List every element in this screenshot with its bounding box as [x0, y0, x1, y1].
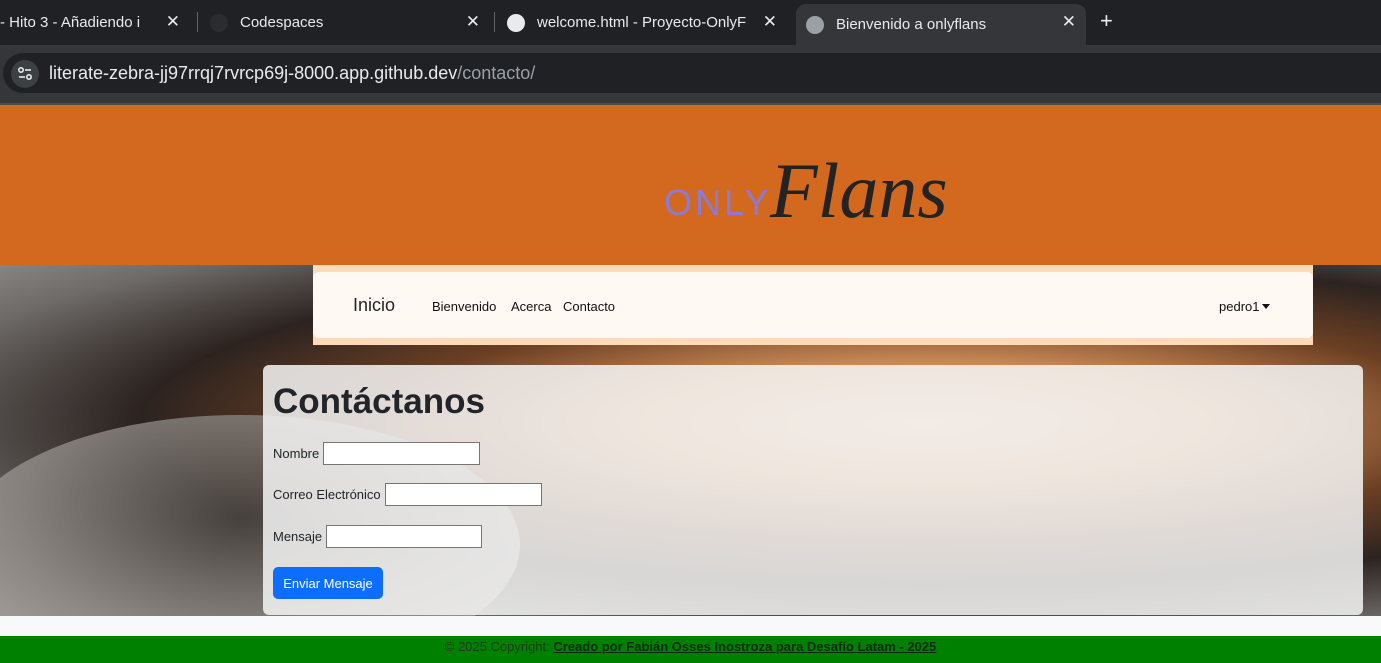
site-info-icon[interactable]: [11, 60, 39, 88]
tab-separator: [494, 12, 495, 32]
new-tab-button[interactable]: +: [1100, 10, 1113, 32]
footer: © 2025 Copyright: Creado por Fabián Osse…: [0, 636, 1381, 663]
message-label: Mensaje: [273, 529, 323, 544]
tab-hito3[interactable]: - Hito 3 - Añadiendo i ✕: [0, 4, 190, 41]
header-banner: ONLY Flans: [0, 105, 1381, 265]
name-label: Nombre: [273, 446, 320, 461]
name-row: Nombre: [273, 442, 481, 465]
browser-tab-bar: - Hito 3 - Añadiendo i ✕ Codespaces ✕ we…: [0, 0, 1381, 45]
address-bar: literate-zebra-jj97rrqj7rvrcp69j-8000.ap…: [0, 45, 1381, 103]
github-icon: [507, 13, 525, 32]
navbar-wrapper: Inicio Bienvenido Acerca Contacto pedro1: [313, 265, 1313, 345]
email-label: Correo Electrónico: [273, 487, 381, 502]
name-input[interactable]: [323, 442, 481, 465]
url-path: /contacto/: [457, 63, 536, 83]
web-page: ONLY Flans Inicio Bienvenido Acerca Cont…: [0, 105, 1381, 663]
message-input[interactable]: [326, 525, 483, 548]
logo-only-text: ONLY: [664, 182, 771, 223]
url-host: literate-zebra-jj97rrqj7rvrcp69j-8000.ap…: [49, 63, 458, 83]
footer-credit-link[interactable]: Creado por Fabián Osses Inostroza para D…: [553, 639, 936, 654]
github-icon: [210, 13, 228, 32]
close-icon[interactable]: ✕: [466, 12, 480, 32]
footer-text: © 2025 Copyright: Creado por Fabián Osse…: [0, 639, 1381, 654]
close-icon[interactable]: ✕: [1062, 12, 1076, 32]
globe-icon: [806, 15, 824, 34]
navbar-brand-inicio[interactable]: Inicio: [353, 295, 395, 316]
page-title: Contáctanos: [273, 382, 485, 421]
tab-separator: [197, 12, 198, 32]
logo-flans-text: Flans: [769, 147, 948, 230]
navbar: Inicio Bienvenido Acerca Contacto pedro1: [313, 272, 1313, 338]
send-message-button[interactable]: Enviar Mensaje: [273, 567, 383, 599]
nav-link-contacto[interactable]: Contacto: [563, 299, 615, 314]
close-icon[interactable]: ✕: [166, 12, 180, 32]
user-dropdown[interactable]: pedro1: [1219, 299, 1271, 314]
tab-title: welcome.html - Proyecto-OnlyF: [537, 14, 747, 31]
caret-down-icon: [1262, 304, 1271, 309]
nav-link-bienvenido[interactable]: Bienvenido: [432, 299, 496, 314]
omnibox[interactable]: literate-zebra-jj97rrqj7rvrcp69j-8000.ap…: [3, 53, 1381, 93]
nav-link-acerca[interactable]: Acerca: [511, 299, 551, 314]
footer-copyright: © 2025 Copyright:: [444, 639, 554, 654]
tab-welcome-html[interactable]: welcome.html - Proyecto-OnlyF ✕: [507, 4, 787, 41]
onlyflans-logo: ONLY Flans: [664, 147, 948, 230]
tab-codespaces[interactable]: Codespaces ✕: [210, 4, 490, 41]
email-input[interactable]: [384, 483, 542, 506]
contact-card: Contáctanos Nombre Correo Electrónico Me…: [263, 365, 1363, 615]
tab-onlyflans[interactable]: Bienvenido a onlyflans ✕: [796, 4, 1086, 45]
tab-title: Codespaces: [240, 14, 324, 31]
message-row: Mensaje: [273, 525, 483, 548]
tab-title: Bienvenido a onlyflans: [836, 16, 987, 33]
user-name: pedro1: [1219, 299, 1260, 314]
url-text[interactable]: literate-zebra-jj97rrqj7rvrcp69j-8000.ap…: [49, 63, 535, 84]
page-gap: [0, 616, 1381, 636]
tab-title: - Hito 3 - Añadiendo i: [0, 14, 141, 31]
email-row: Correo Electrónico: [273, 483, 542, 506]
close-icon[interactable]: ✕: [763, 12, 777, 32]
